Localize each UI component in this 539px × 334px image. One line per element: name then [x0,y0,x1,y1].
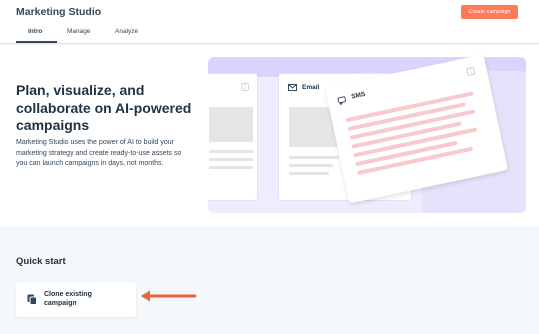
page-title: Marketing Studio [16,6,102,18]
email-label: Email [302,84,320,91]
placeholder-line [209,158,253,161]
more-icon: ⋮ [241,83,249,91]
clone-campaign-card[interactable]: Clone existing campaign [16,282,136,317]
create-campaign-button[interactable]: Create campaign [461,5,518,19]
tab-manage[interactable]: Manage [67,28,91,35]
placeholder-line [289,164,333,167]
hero-title: Plan, visualize, and collaborate on AI-p… [16,82,192,133]
envelope-icon [288,84,297,91]
placeholder-line [289,172,329,175]
copy-icon [27,294,37,305]
tab-analyze[interactable]: Analyze [115,28,138,35]
illustration-left-card: ⋮ [208,73,258,201]
top-bar: Marketing Studio Create campaign Intro M… [0,0,539,44]
hero-description: Marketing Studio uses the power of AI to… [16,139,182,167]
placeholder-line [289,156,339,159]
placeholder-line [209,150,253,153]
chat-bubble-icon [337,96,347,106]
placeholder-image [209,107,253,142]
sms-label: SMS [350,90,367,101]
placeholder-line [209,166,253,169]
arrow-left-icon [141,290,197,302]
clone-campaign-label: Clone existing campaign [44,291,92,307]
active-tab-indicator [16,41,57,43]
more-icon: ⋮ [465,66,476,77]
quick-start-title: Quick start [16,256,66,267]
tab-intro[interactable]: Intro [28,28,42,35]
